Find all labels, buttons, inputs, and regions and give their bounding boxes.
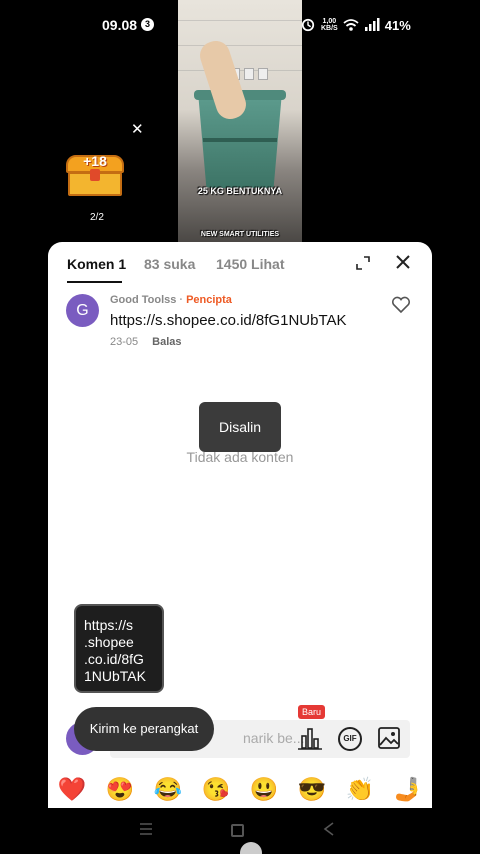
video-brand-caption: NEW SMART UTILITIES [200, 231, 280, 238]
status-bar: 09.08 3 1,00 KB/S 41% [0, 0, 480, 50]
signal-icon [364, 18, 380, 31]
new-badge: Baru [298, 705, 326, 719]
emoji-clap[interactable]: 👏 [336, 772, 384, 806]
comment-date: 23-05 [110, 336, 139, 348]
back-icon[interactable] [322, 822, 336, 836]
net-speed-value: 1,00 [322, 18, 337, 25]
emoji-heart-eyes[interactable]: 😍 [96, 772, 144, 806]
comment-item: G Good Toolss · Pencipta https://s.shopee.… [48, 292, 432, 352]
comment-meta: 23-05 Balas [110, 336, 182, 348]
battery-level: 41% [384, 17, 411, 33]
emoji-selfie[interactable]: 🤳 [384, 772, 432, 806]
network-speed: 1,00 KB/S [321, 18, 338, 32]
status-time: 09.08 [102, 17, 138, 33]
comment-author[interactable]: Good Toolss [110, 294, 176, 306]
notification-badge: 3 [141, 18, 154, 31]
avatar[interactable]: G [66, 294, 99, 327]
emoji-heart[interactable]: ❤️ [48, 772, 96, 806]
tab-likes[interactable]: 83 suka [144, 256, 195, 272]
active-tab-underline [67, 281, 122, 283]
tab-comments[interactable]: Komen 1 [67, 256, 126, 272]
system-navbar [0, 808, 480, 854]
poll-icon[interactable] [297, 726, 323, 750]
wifi-icon [343, 19, 359, 31]
copied-toast: Disalin [199, 402, 281, 452]
assistive-touch-icon[interactable] [240, 842, 262, 854]
comment-text[interactable]: https://s.shopee.co.id/8fG1NUbTAK [110, 312, 347, 329]
clipboard-line: 1NUbTAK [84, 668, 146, 684]
treasure-chest-icon[interactable]: +18 [66, 153, 124, 197]
emoji-row: ❤️ 😍 😂 😘 😃 😎 👏 🤳 [48, 772, 432, 806]
page-counter: 2/2 [90, 212, 104, 223]
comment-author-line: Good Toolss · Pencipta [110, 294, 232, 306]
net-speed-unit: KB/S [321, 25, 338, 32]
clipboard-line: .co.id/8fG [84, 651, 144, 667]
send-to-device-button[interactable]: Kirim ke perangkat [74, 707, 214, 751]
emoji-laughing[interactable]: 😂 [144, 772, 192, 806]
gif-icon[interactable]: GIF [338, 727, 362, 751]
reply-button[interactable]: Balas [152, 336, 181, 348]
clipboard-line: .shopee [84, 634, 134, 650]
home-icon[interactable] [231, 824, 244, 837]
close-icon[interactable] [395, 254, 411, 270]
wall-socket [258, 68, 268, 80]
tab-views[interactable]: 1450 Lihat [216, 256, 284, 272]
screen: 09.08 3 1,00 KB/S 41% 25 KG BENTUKNYA NE… [0, 0, 480, 854]
chest-label: +18 [83, 153, 107, 169]
comments-tabs: Komen 1 83 suka 1450 Lihat [48, 242, 432, 284]
comment-input-placeholder: narik be... [243, 730, 305, 746]
emoji-kiss[interactable]: 😘 [192, 772, 240, 806]
emoji-sunglasses[interactable]: 😎 [288, 772, 336, 806]
tile-line [178, 70, 302, 71]
expand-icon[interactable] [356, 256, 370, 270]
video-caption: 25 KG BENTUKNYA [197, 186, 283, 196]
creator-badge: Pencipta [186, 294, 232, 306]
recent-apps-icon[interactable] [139, 822, 153, 836]
image-icon[interactable] [377, 726, 401, 750]
status-indicators: 1,00 KB/S 41% [300, 16, 411, 34]
clipboard-line: https://s [84, 617, 134, 633]
wall-socket [244, 68, 254, 80]
close-icon[interactable]: ✕ [131, 120, 144, 138]
emoji-smile[interactable]: 😃 [240, 772, 288, 806]
separator-dot: · [179, 294, 184, 306]
heart-icon[interactable] [391, 296, 411, 314]
clipboard-popup[interactable]: https://s .shopee .co.id/8fG 1NUbTAK [74, 604, 164, 693]
chest-lock [90, 169, 100, 181]
alarm-icon [301, 18, 315, 32]
bucket-band [203, 138, 277, 142]
